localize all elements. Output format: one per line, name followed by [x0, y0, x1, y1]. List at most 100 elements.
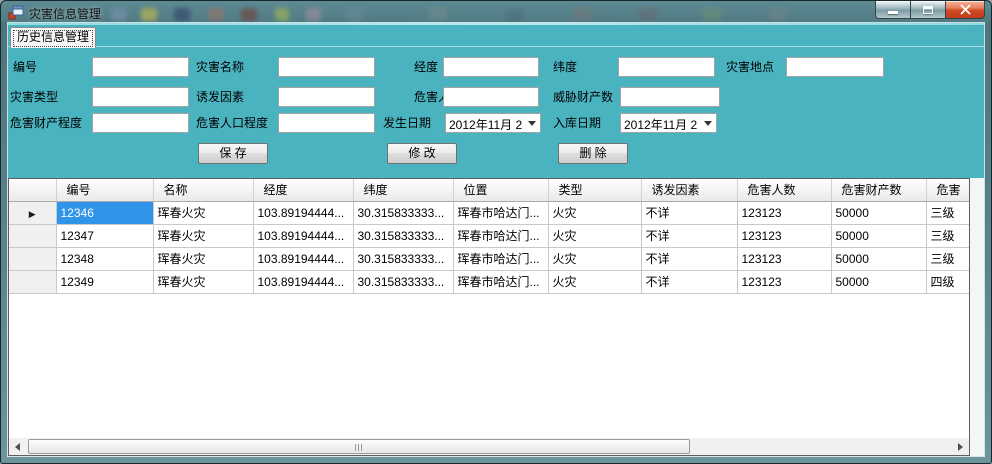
maximize-icon: [923, 6, 933, 14]
grid-header-1[interactable]: 名称: [153, 179, 253, 201]
number-input[interactable]: [92, 57, 189, 77]
grid-cell[interactable]: 12349: [56, 270, 153, 293]
grid-cell[interactable]: 50000: [831, 270, 926, 293]
grid-cell[interactable]: 火灾: [548, 224, 641, 247]
grid-header-2[interactable]: 经度: [253, 179, 353, 201]
grid-cell[interactable]: 珲春火灾: [153, 247, 253, 270]
label-longitude: 经度: [414, 57, 438, 77]
grid-cell[interactable]: 不详: [641, 201, 737, 224]
grid-header-0[interactable]: 编号: [56, 179, 153, 201]
modify-button[interactable]: 修 改: [387, 143, 457, 164]
longitude-input[interactable]: [443, 57, 539, 77]
affected-people-input[interactable]: [443, 87, 539, 107]
horizontal-scrollbar[interactable]: [9, 438, 969, 455]
scroll-left-button[interactable]: [9, 438, 26, 455]
grid-cell[interactable]: 三级: [926, 224, 970, 247]
minimize-button[interactable]: [875, 1, 910, 19]
maximize-button[interactable]: [910, 1, 945, 19]
delete-button[interactable]: 删 除: [558, 143, 628, 164]
grid-cell[interactable]: 火灾: [548, 201, 641, 224]
entry-date-picker[interactable]: 2012年11月 2日: [620, 113, 717, 133]
label-threatened-property: 威胁财产数: [553, 87, 613, 107]
grid-header-5[interactable]: 类型: [548, 179, 641, 201]
table-row: 12347珲春火灾103.89194444...30.315833333...珲…: [9, 224, 970, 247]
grid-cell[interactable]: 12346: [56, 201, 153, 224]
scroll-right-button[interactable]: [952, 438, 969, 455]
grid-cell[interactable]: 103.89194444...: [253, 201, 353, 224]
latitude-input[interactable]: [618, 57, 715, 77]
grid-cell[interactable]: 珲春火灾: [153, 224, 253, 247]
grid-cell[interactable]: 123123: [737, 201, 831, 224]
titlebar[interactable]: 灾害信息管理: [1, 1, 991, 23]
occurrence-date-picker[interactable]: 2012年11月 2日: [445, 113, 541, 133]
grid-cell[interactable]: 123123: [737, 224, 831, 247]
grid-cell[interactable]: 103.89194444...: [253, 224, 353, 247]
grid-cell[interactable]: 火灾: [548, 247, 641, 270]
grid-cell[interactable]: 50000: [831, 201, 926, 224]
save-button[interactable]: 保 存: [198, 143, 268, 164]
row-selector[interactable]: [9, 270, 56, 293]
grid-header-6[interactable]: 诱发因素: [641, 179, 737, 201]
grid-cell[interactable]: 12348: [56, 247, 153, 270]
row-selector[interactable]: [9, 247, 56, 270]
label-entry-date: 入库日期: [553, 113, 601, 133]
window-title: 灾害信息管理: [29, 5, 101, 22]
grid-cell[interactable]: 珲春市哈达门...: [453, 247, 548, 270]
scroll-right-arrow-icon: [958, 443, 963, 451]
grid-table: 编号名称经度纬度位置类型诱发因素危害人数危害财产数危害▶12346珲春火灾103…: [9, 179, 970, 294]
current-row-arrow-icon: ▶: [29, 209, 36, 219]
grid-cell[interactable]: 不详: [641, 247, 737, 270]
grid-cell[interactable]: 不详: [641, 224, 737, 247]
grid-corner-cell[interactable]: [9, 179, 56, 201]
grid-cell[interactable]: 30.315833333...: [353, 224, 453, 247]
disaster-name-input[interactable]: [278, 57, 375, 77]
grid-header-8[interactable]: 危害财产数: [831, 179, 926, 201]
tab-history-info[interactable]: 历史信息管理: [10, 27, 96, 48]
grid-cell[interactable]: 珲春火灾: [153, 270, 253, 293]
label-disaster-name: 灾害名称: [196, 57, 244, 77]
grid-cell[interactable]: 珲春市哈达门...: [453, 270, 548, 293]
grid-cell[interactable]: 不详: [641, 270, 737, 293]
grid-cell[interactable]: 103.89194444...: [253, 270, 353, 293]
grid-cell[interactable]: 四级: [926, 270, 970, 293]
grid-header-9[interactable]: 危害: [926, 179, 970, 201]
location-input[interactable]: [786, 57, 884, 77]
grid-cell[interactable]: 珲春火灾: [153, 201, 253, 224]
label-population-damage-degree: 危害人口程度: [196, 113, 268, 133]
grid-cell[interactable]: 50000: [831, 224, 926, 247]
row-selector[interactable]: [9, 224, 56, 247]
grid-cell[interactable]: 30.315833333...: [353, 270, 453, 293]
close-button[interactable]: [945, 1, 985, 19]
grid-cell[interactable]: 30.315833333...: [353, 201, 453, 224]
grid-cell[interactable]: 123123: [737, 270, 831, 293]
grid-cell[interactable]: 火灾: [548, 270, 641, 293]
row-selector[interactable]: ▶: [9, 201, 56, 224]
grid-cell[interactable]: 103.89194444...: [253, 247, 353, 270]
label-trigger-factor: 诱发因素: [196, 87, 244, 107]
tabpage-top-line: [8, 46, 984, 47]
grid-header-7[interactable]: 危害人数: [737, 179, 831, 201]
scrollbar-thumb[interactable]: [28, 439, 690, 454]
grid-cell[interactable]: 30.315833333...: [353, 247, 453, 270]
disaster-type-input[interactable]: [92, 87, 189, 107]
chevron-down-icon[interactable]: [524, 114, 540, 132]
grid-cell[interactable]: 50000: [831, 247, 926, 270]
grid-cell[interactable]: 珲春市哈达门...: [453, 224, 548, 247]
grid-header-4[interactable]: 位置: [453, 179, 548, 201]
grid-right-gutter: [970, 178, 984, 456]
grid-cell[interactable]: 三级: [926, 247, 970, 270]
property-damage-degree-input[interactable]: [92, 113, 189, 133]
trigger-factor-input[interactable]: [278, 87, 375, 107]
label-disaster-type: 灾害类型: [10, 87, 58, 107]
population-damage-degree-input[interactable]: [278, 113, 375, 133]
scroll-left-arrow-icon: [15, 443, 20, 451]
grid-header-3[interactable]: 纬度: [353, 179, 453, 201]
grid-cell[interactable]: 123123: [737, 247, 831, 270]
threatened-property-input[interactable]: [620, 87, 720, 107]
grid-cell[interactable]: 三级: [926, 201, 970, 224]
client-area: 历史信息管理 编号 灾害名称 经度 纬度 灾害地点 灾害类型 诱发因素 危害人数…: [8, 23, 984, 456]
grid-cell[interactable]: 12347: [56, 224, 153, 247]
chevron-down-icon[interactable]: [700, 114, 716, 132]
grid-cell[interactable]: 珲春市哈达门...: [453, 201, 548, 224]
occurrence-date-value: 2012年11月 2日: [449, 116, 523, 133]
